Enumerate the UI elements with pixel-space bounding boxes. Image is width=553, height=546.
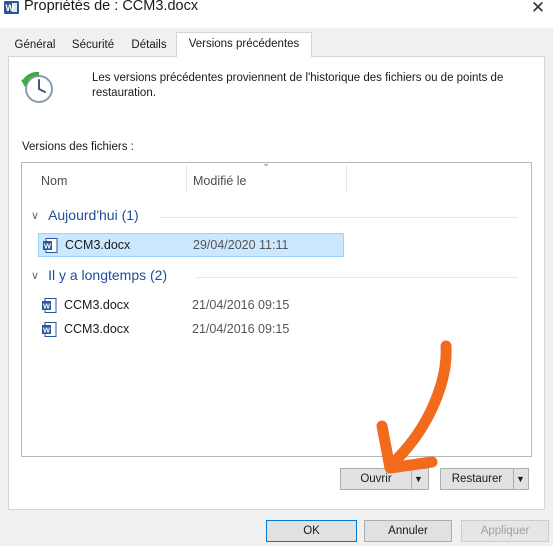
list-item[interactable]: W CCM3.docx 29/04/2020 11:11 [38, 233, 344, 257]
close-icon[interactable]: ✕ [528, 0, 548, 16]
ok-button[interactable]: OK [266, 520, 357, 542]
file-date: 21/04/2016 09:15 [192, 298, 290, 312]
info-text: Les versions précédentes proviennent de … [92, 71, 532, 101]
file-name: CCM3.docx [64, 298, 130, 312]
column-header-modified[interactable]: Modifié le [193, 174, 247, 188]
word-document-icon: W [43, 237, 58, 253]
group-divider [196, 277, 518, 278]
sort-chevron-icon: ⌄ [262, 158, 271, 169]
split-divider [513, 469, 514, 489]
versions-label: Versions des fichiers : [22, 141, 134, 153]
tab-details[interactable]: Détails [124, 35, 174, 55]
chevron-down-icon: ∨ [31, 269, 40, 282]
word-document-icon: W [4, 1, 19, 14]
dropdown-arrow-icon[interactable]: ▼ [516, 469, 525, 489]
file-name: CCM3.docx [64, 322, 130, 336]
word-document-icon: W [42, 321, 57, 337]
info-line-1: Les versions précédentes proviennent de … [92, 72, 504, 84]
svg-text:W: W [44, 241, 52, 250]
svg-text:W: W [43, 325, 51, 334]
info-line-2: restauration. [92, 87, 156, 99]
column-header-name[interactable]: Nom [41, 174, 67, 188]
group-label: Il y a longtemps (2) [48, 267, 168, 283]
group-label: Aujourd'hui (1) [48, 207, 139, 223]
group-divider [160, 217, 518, 218]
file-date: 29/04/2020 11:11 [193, 238, 289, 252]
tab-general[interactable]: Général [8, 35, 62, 55]
file-name: CCM3.docx [65, 238, 131, 252]
orange-arrow-annotation [376, 340, 452, 474]
column-separator[interactable] [186, 166, 187, 192]
chevron-down-icon: ∨ [31, 209, 40, 222]
window-title: Propriétés de : CCM3.docx [24, 0, 199, 14]
restore-clock-icon [21, 71, 53, 103]
list-item[interactable]: W CCM3.docx 21/04/2016 09:15 [38, 317, 344, 341]
group-header-long-ago[interactable]: ∨ Il y a longtemps (2) [31, 267, 167, 283]
tab-versions-precedentes[interactable]: Versions précédentes [176, 32, 312, 57]
group-header-today[interactable]: ∨ Aujourd'hui (1) [31, 207, 139, 223]
column-separator[interactable] [346, 166, 347, 192]
cancel-button[interactable]: Annuler [364, 520, 452, 542]
apply-button[interactable]: Appliquer [461, 520, 549, 542]
word-document-icon: W [42, 297, 57, 313]
tab-securite[interactable]: Sécurité [64, 35, 122, 55]
list-item[interactable]: W CCM3.docx 21/04/2016 09:15 [38, 293, 344, 317]
svg-text:W: W [43, 301, 51, 310]
file-date: 21/04/2016 09:15 [192, 322, 290, 336]
svg-text:W: W [6, 3, 15, 13]
